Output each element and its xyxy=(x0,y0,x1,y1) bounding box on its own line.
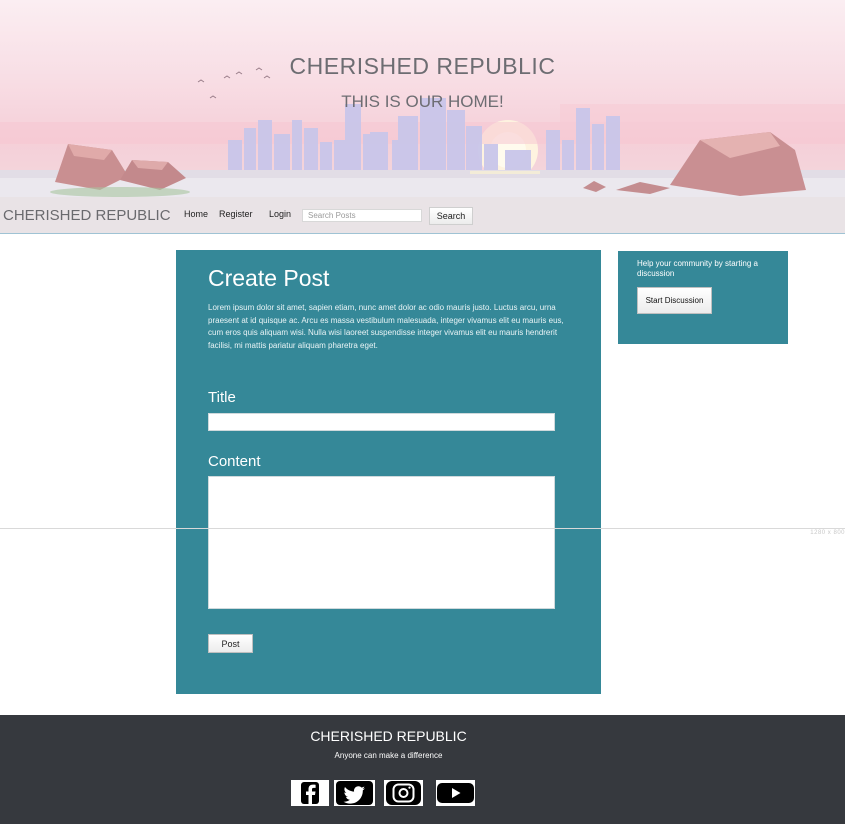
viewport-guide-label: 1280 x 800 xyxy=(810,530,845,536)
footer: CHERISHED REPUBLIC Anyone can make a dif… xyxy=(0,715,845,824)
create-post-panel: Create Post Lorem ipsum dolor sit amet, … xyxy=(176,250,601,694)
footer-tagline: Anyone can make a difference xyxy=(334,751,443,760)
discussion-panel: Help your community by starting a discus… xyxy=(618,251,788,344)
youtube-icon[interactable] xyxy=(436,780,475,806)
create-post-description: Lorem ipsum dolor sit amet, sapien etiam… xyxy=(208,303,564,350)
hero-subtitle: THIS IS OUR HOME! xyxy=(341,92,504,111)
navbar: CHERISHED REPUBLIC Home Register Login xyxy=(0,197,845,234)
instagram-icon[interactable] xyxy=(384,780,423,806)
nav-brand[interactable]: CHERISHED REPUBLIC xyxy=(3,207,171,224)
content-textarea[interactable] xyxy=(208,476,555,609)
search-input[interactable] xyxy=(302,209,422,222)
viewport-guide-line xyxy=(0,528,845,529)
hero-banner: CHERISHED REPUBLIC THIS IS OUR HOME! CHE… xyxy=(0,0,845,234)
post-button[interactable]: Post xyxy=(208,634,253,653)
nav-link-login[interactable]: Login xyxy=(269,209,291,219)
create-post-heading: Create Post xyxy=(208,265,330,291)
search-button[interactable]: Search xyxy=(429,207,473,225)
hero-title: CHERISHED REPUBLIC xyxy=(289,53,556,79)
nav-link-register[interactable]: Register xyxy=(219,209,253,219)
start-discussion-button[interactable]: Start Discussion xyxy=(637,287,712,314)
title-input[interactable] xyxy=(208,413,555,431)
footer-title: CHERISHED REPUBLIC xyxy=(310,728,467,744)
content-label: Content xyxy=(208,453,261,470)
title-label: Title xyxy=(208,389,236,406)
nav-link-home[interactable]: Home xyxy=(184,209,208,219)
twitter-icon[interactable] xyxy=(334,780,375,806)
discussion-prompt: Help your community by starting a discus… xyxy=(637,259,758,278)
facebook-icon[interactable] xyxy=(291,780,329,806)
